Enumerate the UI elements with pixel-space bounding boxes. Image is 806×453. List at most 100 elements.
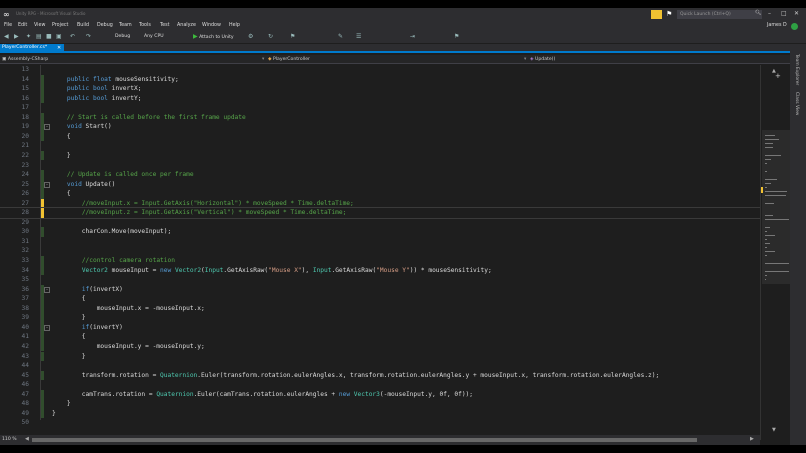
close-button[interactable]: ✕	[794, 10, 799, 18]
comment-icon[interactable]: ✎	[338, 33, 343, 41]
type-dropdown-icon[interactable]: ▾	[524, 56, 526, 63]
code-line[interactable]: 22 }	[0, 150, 760, 161]
new-project-icon[interactable]: ✦	[26, 33, 31, 41]
menu-window[interactable]: Window	[202, 23, 221, 28]
bookmark-icon[interactable]: ⚑	[290, 33, 295, 41]
code-line[interactable]: 49}	[0, 408, 760, 419]
code-line[interactable]: 23	[0, 161, 760, 171]
redo-icon[interactable]: ↷	[86, 33, 91, 41]
quick-launch-input[interactable]: Quick Launch (Ctrl+Q)	[677, 10, 762, 19]
step-over-icon[interactable]: ↻	[268, 33, 273, 41]
tab-player-controller[interactable]: PlayerController.cs*	[0, 44, 64, 52]
code-line[interactable]: 33 //control camera rotation	[0, 256, 760, 266]
code-line[interactable]: 19 - void Start()	[0, 122, 760, 132]
tab-close-icon[interactable]: ✕	[57, 44, 61, 52]
debug-tools-icon[interactable]: ⚙	[248, 33, 253, 41]
code-editor[interactable]: 13 14 public float mouseSensitivity; 15 pu…	[0, 65, 761, 435]
scroll-down-arrow-icon[interactable]: ▼	[772, 427, 776, 433]
code-line[interactable]: 41 {	[0, 332, 760, 342]
code-line[interactable]: 13	[0, 65, 760, 75]
code-line[interactable]: 18 // Start is called before the first f…	[0, 112, 760, 123]
save-icon[interactable]: ■	[46, 33, 52, 41]
code-line[interactable]: 39 }	[0, 313, 760, 323]
minimap-scrollbar[interactable]: ▲ + ▼	[760, 65, 790, 440]
menu-help[interactable]: Help	[229, 23, 240, 28]
code-line[interactable]: 35	[0, 275, 760, 285]
minimize-button[interactable]: –	[768, 10, 771, 18]
indent-icon[interactable]: ⇥	[410, 33, 415, 41]
code-line[interactable]: 31	[0, 237, 760, 247]
configuration-select[interactable]: Debug	[115, 33, 130, 41]
code-line[interactable]: 45 transform.rotation = Quaternion.Euler…	[0, 370, 760, 381]
bookmark-next-icon[interactable]: ⚑	[454, 33, 459, 41]
code-line[interactable]: 36 - if(invertX)	[0, 284, 760, 295]
code-line[interactable]: 26 {	[0, 189, 760, 199]
code-line[interactable]: 47 camTrans.rotation = Quaternion.Euler(…	[0, 389, 760, 400]
code-line[interactable]: 30 charCon.Move(moveInput);	[0, 227, 760, 237]
project-selector[interactable]: ▣ Assembly-CSharp	[2, 56, 48, 63]
forward-icon[interactable]: ▶	[14, 33, 19, 41]
menu-view[interactable]: View	[34, 23, 45, 28]
member-selector[interactable]: ◈ Update()	[530, 56, 555, 63]
code-line[interactable]: 37 {	[0, 294, 760, 304]
code-line[interactable]: 28 //moveInput.z = Input.GetAxis("Vertic…	[0, 207, 761, 219]
type-selector[interactable]: ◆ PlayerController	[268, 56, 310, 63]
back-icon[interactable]: ◀	[4, 33, 9, 41]
open-file-icon[interactable]: ▤	[36, 33, 42, 41]
code-line[interactable]: 21	[0, 141, 760, 151]
format-icon[interactable]: ☰	[356, 33, 361, 41]
code-line[interactable]: 34 Vector2 mouseInput = new Vector2(Inpu…	[0, 265, 760, 276]
menu-test[interactable]: Test	[160, 23, 169, 28]
code-line[interactable]: 43 }	[0, 351, 760, 362]
code-line[interactable]: 44	[0, 361, 760, 371]
split-editor-icon[interactable]: +	[775, 72, 781, 80]
code-line[interactable]: 24 // Update is called once per frame	[0, 170, 760, 180]
code-line[interactable]: 40 - if(invertY)	[0, 322, 760, 333]
class-view-tab[interactable]: Class View	[794, 92, 799, 115]
code-line[interactable]: 29	[0, 218, 760, 228]
feedback-flag-icon[interactable]: ⚑	[666, 10, 674, 19]
zoom-level[interactable]: 110 %	[2, 437, 17, 442]
team-explorer-tab[interactable]: Team Explorer	[794, 54, 799, 85]
code-line[interactable]: 16 public bool invertY;	[0, 93, 760, 104]
collapse-toggle-icon[interactable]: -	[44, 124, 50, 131]
menu-edit[interactable]: Edit	[18, 23, 27, 28]
code-line[interactable]: 50	[0, 418, 760, 428]
scroll-left-arrow-icon[interactable]: ◀	[25, 436, 29, 442]
maximize-button[interactable]: □	[781, 10, 787, 18]
menu-team[interactable]: Team	[119, 23, 132, 28]
attach-to-unity-button[interactable]: ▶ Attach to Unity	[193, 33, 234, 41]
code-line[interactable]: 42 mouseInput.y = -mouseInput.y;	[0, 341, 760, 352]
menu-debug[interactable]: Debug	[97, 23, 113, 28]
undo-icon[interactable]: ↶	[70, 33, 75, 41]
save-all-icon[interactable]: ▣	[56, 33, 62, 41]
menu-tools[interactable]: Tools	[139, 23, 151, 28]
code-line[interactable]: 25 - void Update()	[0, 179, 760, 190]
collapse-toggle-icon[interactable]: -	[44, 181, 50, 188]
scroll-right-arrow-icon[interactable]: ▶	[750, 436, 754, 442]
menu-analyze[interactable]: Analyze	[177, 23, 196, 28]
collapse-toggle-icon[interactable]: -	[44, 324, 50, 331]
minimap-viewport[interactable]	[762, 130, 790, 284]
code-line[interactable]: 14 public float mouseSensitivity;	[0, 74, 760, 85]
search-icon[interactable]: 🔍︎	[755, 10, 761, 16]
code-line[interactable]: 27 //moveInput.x = Input.GetAxis("Horizo…	[0, 198, 760, 209]
horizontal-scroll-thumb[interactable]	[32, 438, 697, 442]
code-line[interactable]: 15 public bool invertX;	[0, 84, 760, 94]
code-line[interactable]: 32	[0, 246, 760, 256]
menu-build[interactable]: Build	[77, 23, 89, 28]
line-number: 16	[21, 94, 29, 102]
code-line[interactable]: 17	[0, 103, 760, 113]
collapse-toggle-icon[interactable]: -	[44, 286, 50, 293]
menu-file[interactable]: File	[4, 23, 12, 28]
user-avatar[interactable]	[791, 23, 798, 30]
platform-select[interactable]: Any CPU	[144, 33, 164, 41]
code-line[interactable]: 46	[0, 380, 760, 390]
filter-icon[interactable]	[651, 10, 662, 19]
code-line[interactable]: 38 mouseInput.x = -mouseInput.x;	[0, 303, 760, 314]
code-line[interactable]: 48 }	[0, 399, 760, 409]
user-name[interactable]: James D	[767, 23, 787, 28]
project-dropdown-icon[interactable]: ▾	[262, 56, 264, 63]
menu-project[interactable]: Project	[52, 23, 68, 28]
code-line[interactable]: 20 {	[0, 131, 760, 142]
